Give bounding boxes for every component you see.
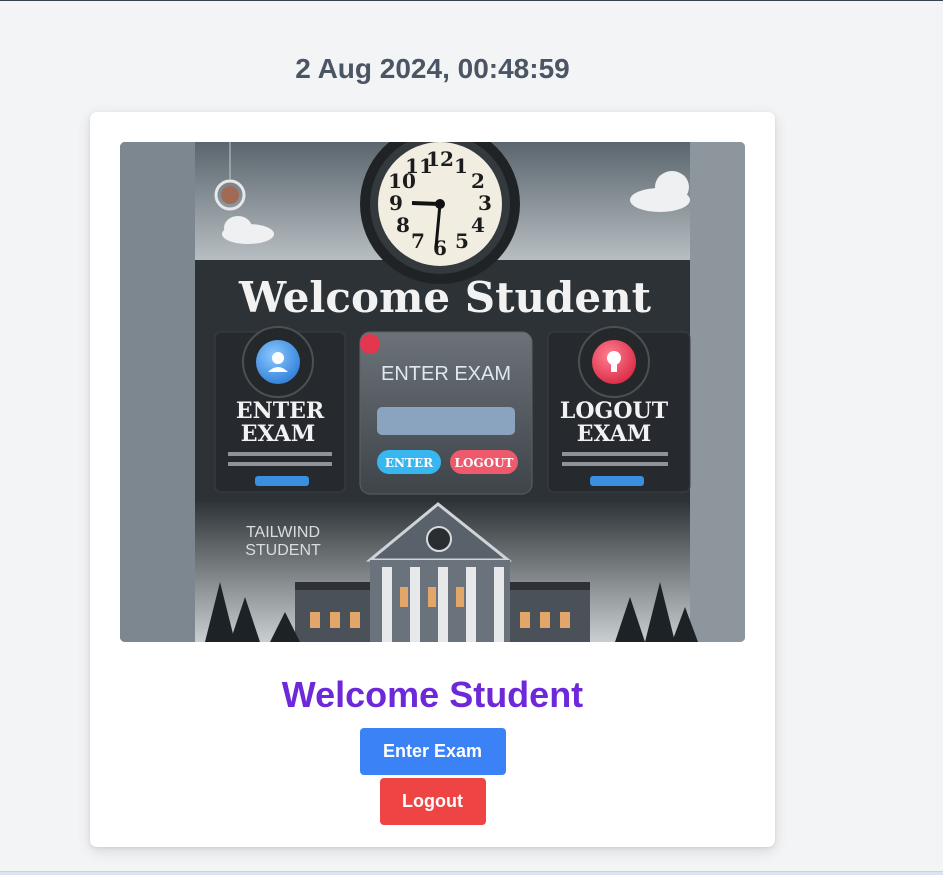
clock-number: 2 (471, 169, 485, 193)
clock-number: 4 (471, 213, 485, 237)
clock-number: 7 (411, 229, 425, 253)
center-panel-logout: LOGOUT (455, 456, 514, 470)
clock-number: 5 (455, 229, 469, 253)
hero-headline: Welcome Student (238, 273, 652, 322)
right-panel-line2: EXAM (577, 421, 651, 447)
center-panel-title: ENTER EXAM (381, 363, 511, 385)
clock-number: 6 (433, 236, 447, 260)
clock-number: 8 (396, 213, 410, 237)
logout-button[interactable]: Logout (379, 778, 486, 825)
center-panel-enter: ENTER (385, 456, 434, 470)
clock-number: 3 (478, 191, 492, 215)
left-panel-line2: EXAM (241, 421, 315, 447)
hero-image: 12 1 2 3 4 5 6 7 8 9 10 11 Welcome Stude… (120, 142, 745, 642)
bottom-divider (0, 871, 943, 875)
clock-number: 11 (405, 154, 433, 178)
clock-number: 1 (454, 154, 468, 178)
brand-line2: STUDENT (245, 542, 321, 559)
clock-number: 9 (389, 191, 403, 215)
enter-exam-button[interactable]: Enter Exam (359, 728, 506, 775)
welcome-card: 12 1 2 3 4 5 6 7 8 9 10 11 Welcome Stude… (90, 112, 775, 847)
brand-line1: TAILWIND (246, 524, 320, 541)
datetime-display: 2 Aug 2024, 00:48:59 (295, 53, 570, 84)
welcome-title: Welcome Student (281, 674, 584, 715)
